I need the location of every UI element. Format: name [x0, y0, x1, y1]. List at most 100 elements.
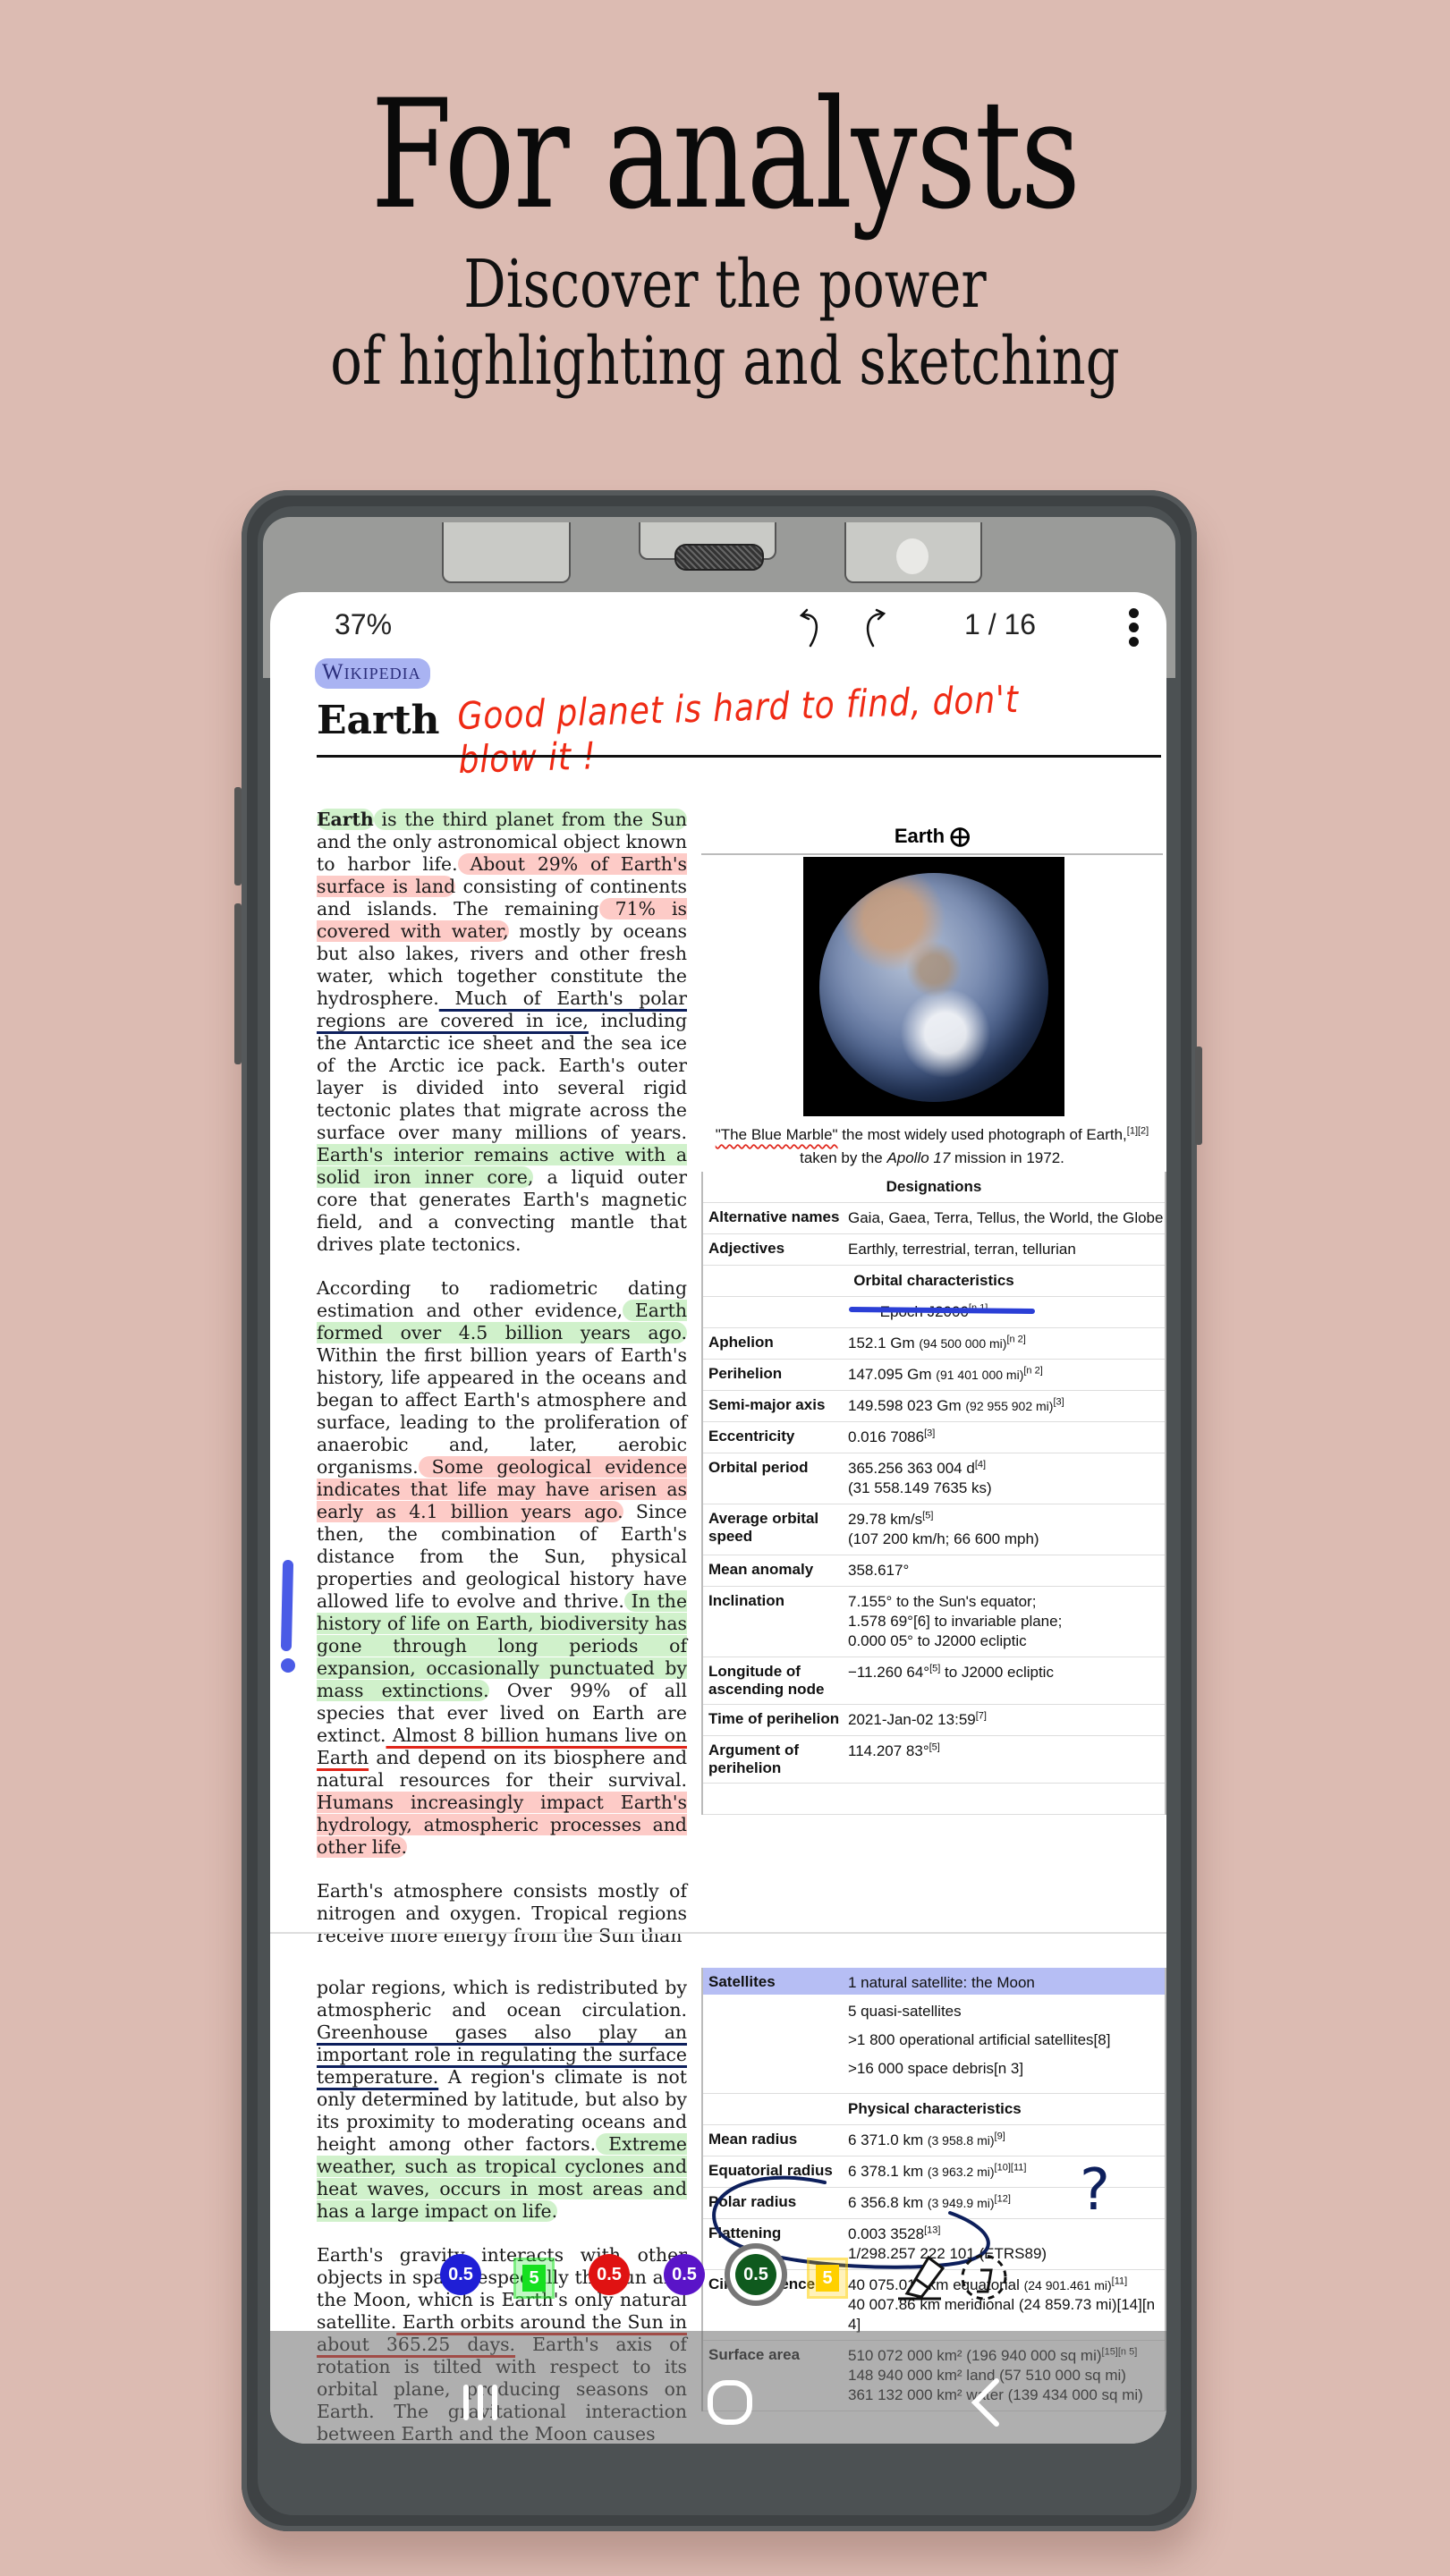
infobox-label[interactable]: Inclination: [703, 1592, 843, 1651]
reference-link[interactable]: [n 2]: [1023, 1365, 1042, 1376]
value-line: 6 371.0 km (3 958.8 mi)[9]: [848, 2131, 1165, 2150]
lasso-button[interactable]: [959, 2250, 1011, 2308]
article-paragraph: According to radiometric dating estimati…: [317, 1277, 688, 1859]
infobox-label[interactable]: Argument of perihelion: [703, 1741, 843, 1777]
infobox-label[interactable]: Longitude of ascending node: [703, 1663, 843, 1699]
designations-header: Designations: [703, 1172, 1165, 1203]
reference-link[interactable]: [5]: [929, 1741, 940, 1752]
caption-refs[interactable]: [1][2]: [1127, 1125, 1149, 1136]
wikipedia-logo: Wikipedia: [315, 658, 430, 689]
infobox-label[interactable]: Time of perihelion: [703, 1710, 843, 1730]
pen-blue-button[interactable]: 0.5: [440, 2254, 481, 2295]
infobox-row-aphelion: Aphelion 152.1 Gm (94 500 000 mi)[n 2]: [703, 1328, 1165, 1360]
infobox-label[interactable]: Average orbital speed: [703, 1510, 843, 1549]
eraser-button[interactable]: [889, 2252, 946, 2306]
infobox-label[interactable]: Perihelion: [703, 1365, 843, 1385]
reference-link[interactable]: [3]: [924, 1428, 935, 1438]
infobox-row-satellites: Satellites 1 natural satellite: the Moon 5…: [703, 1968, 1165, 2094]
zoom-level[interactable]: 37%: [335, 608, 392, 641]
reference-link[interactable]: [12]: [995, 2193, 1011, 2204]
infobox-label[interactable]: Alternative names: [703, 1208, 843, 1228]
infobox-value: Earthly, terrestrial, terran, tellurian: [843, 1240, 1165, 1259]
highlighter-yellow-button[interactable]: 5: [807, 2258, 848, 2299]
infobox-value: 147.095 Gm (91 401 000 mi)[n 2]: [843, 1365, 1165, 1385]
infobox-value: 0.016 7086[3]: [843, 1428, 1165, 1447]
infobox-label[interactable]: Aphelion: [703, 1334, 843, 1353]
epoch-row: Epoch J2000[n 1]: [703, 1297, 1165, 1328]
infobox-row-inclination: Inclination 7.155° to the Sun's equator; 1…: [703, 1587, 1165, 1657]
infobox-label[interactable]: Mean radius: [703, 2131, 843, 2150]
infobox-label[interactable]: Adjectives: [703, 1240, 843, 1259]
satellite-item[interactable]: 1 natural satellite: the Moon: [848, 1973, 1165, 1993]
satellite-item[interactable]: >1 800 operational artificial satellites…: [848, 2030, 1165, 2050]
hero-subtitle-line-2: of highlighting and sketching: [330, 323, 1120, 400]
infobox-label[interactable]: Satellites: [703, 1973, 843, 2088]
blue-exclamation-dot: [281, 1658, 295, 1673]
infobox-label[interactable]: Eccentricity: [703, 1428, 843, 1447]
text-segment: polar regions, which is redistributed by…: [317, 1977, 687, 2021]
infobox-value: Gaia, Gaea, Terra, Tellus, the World, th…: [843, 1208, 1165, 1228]
infobox-row-eccentricity: Eccentricity 0.016 7086[3]: [703, 1422, 1165, 1453]
value-conversion: (92 955 902 mi): [965, 1399, 1054, 1413]
infobox-label[interactable]: Polar radius: [703, 2193, 843, 2213]
reference-link[interactable]: [5]: [922, 1510, 933, 1521]
earth-globe-image: [819, 873, 1048, 1102]
reference-link[interactable]: [n 1]: [969, 1302, 988, 1313]
article-paragraph: Earth is the third planet from the Sun a…: [317, 809, 687, 1256]
pen-red-button[interactable]: 0.5: [589, 2254, 630, 2295]
epoch-link[interactable]: Epoch J2000: [880, 1303, 969, 1320]
more-menu-button[interactable]: [1129, 608, 1141, 648]
recents-button[interactable]: [460, 2379, 501, 2428]
text-segment: Earth's atmosphere consists mostly of ni…: [317, 1880, 687, 1946]
value-line: 6 378.1 km (3 963.2 mi)[10][11]: [848, 2162, 1165, 2182]
green-highlight[interactable]: is the third planet from the Sun: [373, 809, 687, 830]
value-line: 365.256 363 004 d[4]: [848, 1459, 1165, 1479]
caption-marked-text[interactable]: "The Blue Marble": [716, 1126, 838, 1143]
satellite-item[interactable]: >16 000 space debris[n 3]: [848, 2059, 1165, 2079]
reference-link[interactable]: [9]: [995, 2131, 1005, 2141]
value-conversion: (91 401 000 mi): [936, 1368, 1024, 1382]
value-line: 0.003 3528[13]: [848, 2224, 1165, 2244]
reference-link[interactable]: [5]: [929, 1663, 940, 1674]
article-body-page-1: Earth is the third planet from the Sun a…: [317, 809, 688, 1969]
infobox-label[interactable]: Mean anomaly: [703, 1561, 843, 1580]
infobox-border: [701, 853, 1163, 855]
pen-purple-button[interactable]: 0.5: [664, 2254, 705, 2295]
infobox-empty-row: [703, 1784, 1165, 1815]
back-button[interactable]: [968, 2376, 1004, 2433]
redo-button[interactable]: [850, 601, 895, 651]
viewer-toolbar: 37% 1 / 16: [270, 592, 1166, 655]
caption-mission-link[interactable]: Apollo 17: [886, 1149, 950, 1166]
lasso-select-icon: [961, 2254, 1007, 2301]
infobox-value: 6 356.8 km (3 949.9 mi)[12]: [843, 2193, 1165, 2213]
value-text: 365.256 363 004 d: [848, 1460, 975, 1477]
article-title: Earth: [317, 698, 440, 743]
infobox-label[interactable]: Equatorial radius: [703, 2162, 843, 2182]
home-button[interactable]: [707, 2379, 753, 2429]
highlighter-green-button[interactable]: 5: [513, 2258, 555, 2299]
earth-photo[interactable]: [803, 857, 1064, 1116]
volume-button: [234, 787, 242, 886]
infobox-label[interactable]: Orbital period: [703, 1459, 843, 1498]
value-line: 0.000 05° to J2000 ecliptic: [848, 1632, 1027, 1649]
value-line: Earthly, terrestrial, terran, tellurian: [848, 1240, 1165, 1259]
page-indicator[interactable]: 1 / 16: [964, 608, 1036, 641]
reference-link[interactable]: [13]: [924, 2224, 940, 2235]
pen-size-label: 0.5: [672, 2264, 697, 2284]
infobox-label[interactable]: Semi-major axis: [703, 1396, 843, 1416]
reference-link[interactable]: [7]: [976, 1710, 987, 1721]
value-text: 7.155° to the Sun's equator;: [848, 1593, 1037, 1610]
value-text: 152.1 Gm: [848, 1335, 915, 1352]
infobox-value: 152.1 Gm (94 500 000 mi)[n 2]: [843, 1334, 1165, 1353]
pen-dark-green-button[interactable]: 0.5: [735, 2254, 776, 2295]
red-highlight[interactable]: Humans increasingly impact Earth's hydro…: [317, 1792, 687, 1858]
undo-button[interactable]: [791, 601, 835, 651]
reference-link[interactable]: [10][11]: [995, 2162, 1027, 2173]
reference-link[interactable]: [3]: [1053, 1396, 1064, 1407]
annotation-toolbar: 0.5 5 0.5 0.5 0.5 5: [270, 2245, 1166, 2317]
green-highlight[interactable]: Earth: [317, 809, 374, 830]
satellite-item[interactable]: 5 quasi-satellites: [848, 2002, 1165, 2021]
reference-link[interactable]: [4]: [975, 1459, 986, 1470]
value-text: 6 356.8 km: [848, 2194, 924, 2211]
reference-link[interactable]: [n 2]: [1006, 1334, 1025, 1344]
